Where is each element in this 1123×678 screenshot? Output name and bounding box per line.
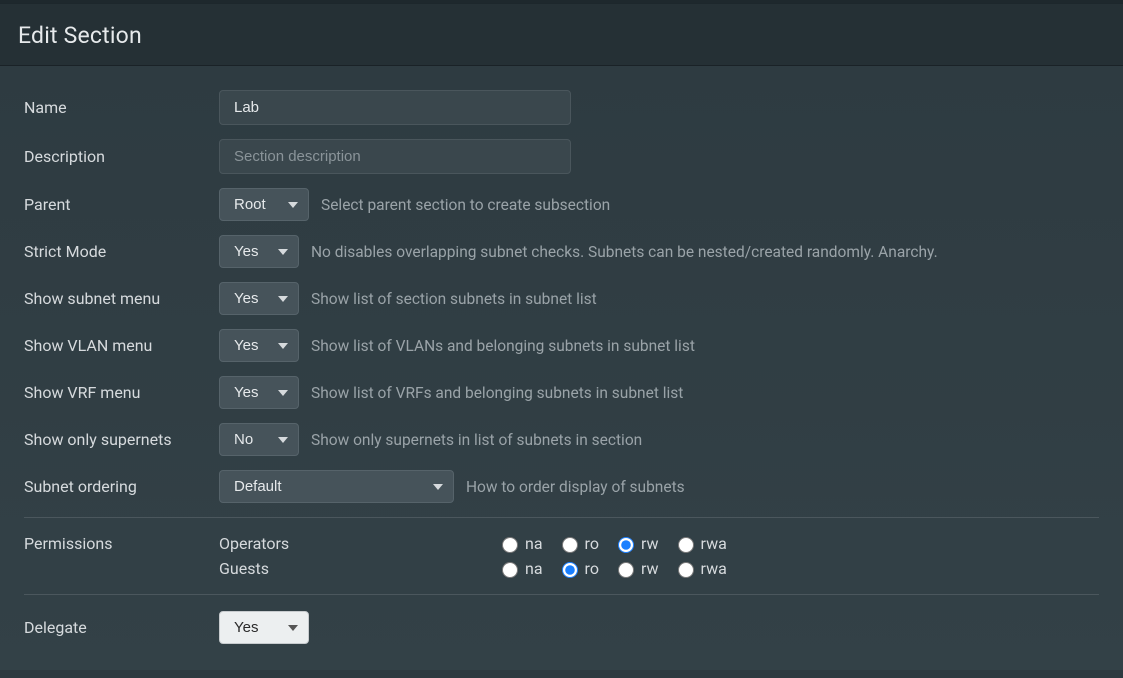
helper-ordering: How to order display of subnets: [466, 478, 685, 496]
form-body: Name Description Parent Root Select pare…: [0, 66, 1123, 670]
perm-role-guests: Guests: [219, 559, 497, 578]
perm-row-guests: Guests na ro rw rwa: [219, 559, 1099, 578]
row-ordering: Subnet ordering Default How to order dis…: [24, 470, 1099, 503]
row-vlanmenu: Show VLAN menu Yes Show list of VLANs an…: [24, 329, 1099, 362]
perm-opt-operators-ro[interactable]: ro: [557, 534, 599, 553]
helper-strict: No disables overlapping subnet checks. S…: [311, 243, 938, 261]
row-strict: Strict Mode Yes No disables overlapping …: [24, 235, 1099, 268]
row-description: Description: [24, 139, 1099, 174]
helper-vrfmenu: Show list of VRFs and belonging subnets …: [311, 384, 683, 402]
description-input[interactable]: [219, 139, 571, 174]
radio-guests-ro[interactable]: [562, 562, 578, 578]
perm-opt-guests-rwa[interactable]: rwa: [673, 559, 727, 578]
radio-guests-rwa[interactable]: [678, 562, 694, 578]
helper-parent: Select parent section to create subsecti…: [321, 196, 610, 214]
vlanmenu-select[interactable]: Yes: [219, 329, 299, 362]
supernets-select[interactable]: No: [219, 423, 299, 456]
ordering-select[interactable]: Default: [219, 470, 454, 503]
row-delegate: Delegate Yes: [24, 611, 1099, 644]
label-permissions: Permissions: [24, 534, 219, 553]
perm-row-operators: Operators na ro rw rwa: [219, 534, 1099, 553]
perm-opt-operators-na[interactable]: na: [497, 534, 543, 553]
label-supernets: Show only supernets: [24, 430, 219, 449]
perm-opt-operators-rwa[interactable]: rwa: [673, 534, 727, 553]
row-vrfmenu: Show VRF menu Yes Show list of VRFs and …: [24, 376, 1099, 409]
label-name: Name: [24, 98, 219, 117]
name-input[interactable]: [219, 90, 571, 125]
row-name: Name: [24, 90, 1099, 125]
row-subnetmenu: Show subnet menu Yes Show list of sectio…: [24, 282, 1099, 315]
helper-subnetmenu: Show list of section subnets in subnet l…: [311, 290, 597, 308]
perm-opts-operators: na ro rw rwa: [497, 534, 735, 553]
delegate-select[interactable]: Yes: [219, 611, 309, 644]
label-parent: Parent: [24, 195, 219, 214]
page-title: Edit Section: [18, 22, 1105, 49]
strict-select[interactable]: Yes: [219, 235, 299, 268]
radio-operators-rwa[interactable]: [678, 537, 694, 553]
label-ordering: Subnet ordering: [24, 477, 219, 496]
radio-guests-rw[interactable]: [618, 562, 634, 578]
label-subnetmenu: Show subnet menu: [24, 289, 219, 308]
modal-header: Edit Section: [0, 4, 1123, 66]
radio-operators-na[interactable]: [502, 537, 518, 553]
label-description: Description: [24, 147, 219, 166]
label-vlanmenu: Show VLAN menu: [24, 336, 219, 355]
perm-opt-guests-na[interactable]: na: [497, 559, 543, 578]
radio-operators-rw[interactable]: [618, 537, 634, 553]
label-vrfmenu: Show VRF menu: [24, 383, 219, 402]
row-permissions: Permissions Operators na ro rw rwa Guest…: [24, 534, 1099, 584]
subnetmenu-select[interactable]: Yes: [219, 282, 299, 315]
perm-opt-guests-ro[interactable]: ro: [557, 559, 599, 578]
separator-permissions-bottom: [24, 594, 1099, 595]
radio-operators-ro[interactable]: [562, 537, 578, 553]
label-strict: Strict Mode: [24, 242, 219, 261]
perm-opt-guests-rw[interactable]: rw: [613, 559, 659, 578]
row-supernets: Show only supernets No Show only superne…: [24, 423, 1099, 456]
label-delegate: Delegate: [24, 618, 219, 637]
perm-role-operators: Operators: [219, 534, 497, 553]
helper-supernets: Show only supernets in list of subnets i…: [311, 431, 642, 449]
perm-opts-guests: na ro rw rwa: [497, 559, 735, 578]
perm-opt-operators-rw[interactable]: rw: [613, 534, 659, 553]
separator-permissions-top: [24, 517, 1099, 518]
parent-select[interactable]: Root: [219, 188, 309, 221]
row-parent: Parent Root Select parent section to cre…: [24, 188, 1099, 221]
helper-vlanmenu: Show list of VLANs and belonging subnets…: [311, 337, 695, 355]
vrfmenu-select[interactable]: Yes: [219, 376, 299, 409]
radio-guests-na[interactable]: [502, 562, 518, 578]
